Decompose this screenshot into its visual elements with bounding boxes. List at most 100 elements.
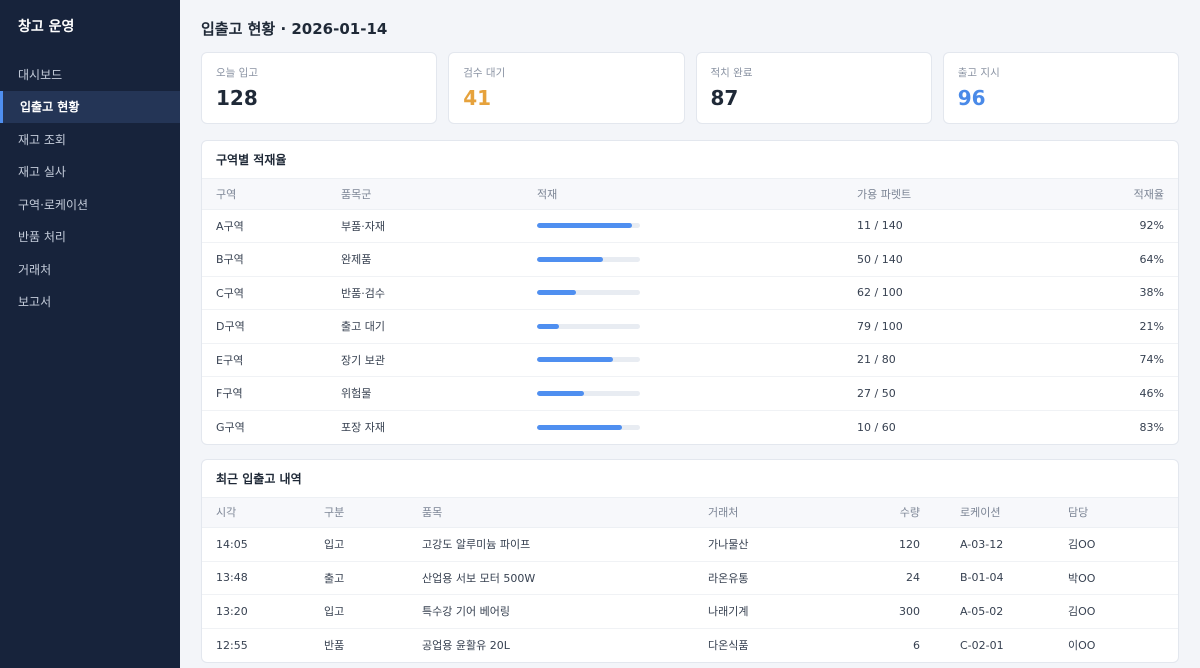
utilization-bar-fill <box>537 357 614 363</box>
zone-utilization-panel: 구역별 적재율 구역 품목군 적재 가용 파렛트 적재율 A구역 부품·자재 11 … <box>201 140 1179 445</box>
sidebar-item-inbound-outbound[interactable]: 입출고 현황 <box>0 90 180 123</box>
vendor-cell: 다온식품 <box>708 639 749 652</box>
table-row[interactable]: C구역 반품·검수 62 / 100 38% <box>202 276 1178 310</box>
owner-cell: 김OO <box>1054 527 1178 562</box>
utilization-bar <box>537 424 640 430</box>
sidebar-item-zones[interactable]: 구역·로케이션 <box>0 188 180 221</box>
table-row[interactable]: D구역 출고 대기 79 / 100 21% <box>202 309 1178 344</box>
table-row[interactable]: 13:20 입고 특수강 기어 베어링 나래기계 300 A-05-02 김OO <box>202 594 1178 629</box>
time-cell: 12:55 <box>216 638 248 652</box>
qty-cell: 6 <box>913 638 920 652</box>
sidebar: 창고 운영 대시보드 입출고 현황 재고 조회 재고 실사 구역·로케이션 반품… <box>0 0 180 668</box>
type-cell: 입고 <box>310 594 408 629</box>
column-header[interactable]: 담당 <box>1054 497 1178 528</box>
recent-transactions-panel: 최근 입출고 내역 시각 구분 품목 거래처 수량 로케이션 담당 14:05 입… <box>201 458 1179 663</box>
category-cell: 완제품 <box>327 242 523 277</box>
owner-cell: 이OO <box>1068 639 1096 652</box>
sidebar-item-reports[interactable]: 보고서 <box>0 286 180 319</box>
panel-title: 구역별 적재율 <box>202 141 1178 179</box>
column-header[interactable]: 로케이션 <box>934 497 1054 528</box>
column-header[interactable]: 가용 파렛트 <box>843 179 1039 210</box>
utilization-bar-fill <box>537 290 577 296</box>
summary-cards: 오늘 입고 128 검수 대기 41 적치 완료 87 출고 지시 96 <box>201 52 1179 124</box>
category-cell: 장기 보관 <box>327 343 523 377</box>
category-cell: 포장 자재 <box>341 421 385 434</box>
table-row[interactable]: F구역 위험물 27 / 50 46% <box>202 376 1178 411</box>
utilization-bar-fill <box>537 323 559 329</box>
column-header[interactable]: 거래처 <box>694 497 854 528</box>
fill-bar-cell <box>523 309 843 344</box>
card-putaway-done: 적치 완료 87 <box>695 52 932 124</box>
column-header[interactable]: 품목군 <box>327 179 523 210</box>
zone-cell: B구역 <box>202 242 327 277</box>
qty-cell: 24 <box>854 561 934 595</box>
column-header[interactable]: 적재 <box>523 179 843 210</box>
utilization-bar-fill <box>537 390 585 396</box>
table-row[interactable]: 13:48 출고 산업용 서보 모터 500W 라온유통 24 B-01-04 박OO <box>202 561 1178 595</box>
item-cell: 특수강 기어 베어링 <box>408 594 694 629</box>
sidebar-item-stocktake[interactable]: 재고 실사 <box>0 156 180 189</box>
table-row[interactable]: A구역 부품·자재 11 / 140 92% <box>202 209 1178 243</box>
owner-cell: 박OO <box>1054 561 1178 595</box>
fill-bar-cell <box>523 343 843 377</box>
sidebar-item-vendors[interactable]: 거래처 <box>0 253 180 286</box>
qty-cell: 300 <box>854 594 934 629</box>
table-row[interactable]: G구역 포장 자재 10 / 60 83% <box>202 410 1178 444</box>
card-value: 128 <box>216 86 258 110</box>
location-cell: A-05-02 <box>934 594 1054 629</box>
rate-cell: 74% <box>1038 343 1178 377</box>
zone-cell: C구역 <box>202 276 327 310</box>
zone-cell: D구역 <box>202 309 327 344</box>
card-label: 출고 지시 <box>957 67 1000 79</box>
zone-cell: F구역 <box>202 376 327 411</box>
rate-cell: 46% <box>1038 376 1178 411</box>
owner-cell: 김OO <box>1054 594 1178 629</box>
item-cell: 공업용 윤활유 20L <box>422 639 510 652</box>
item-cell: 고강도 알루미늄 파이프 <box>408 527 694 562</box>
fill-bar-cell <box>523 276 843 310</box>
location-cell: B-01-04 <box>934 561 1054 595</box>
time-cell: 14:05 <box>202 527 310 562</box>
table-row[interactable]: B구역 완제품 50 / 140 64% <box>202 242 1178 277</box>
item-cell: 산업용 서보 모터 500W <box>408 561 694 595</box>
rate-cell: 38% <box>1038 276 1178 310</box>
type-cell: 출고 <box>310 561 408 595</box>
column-header[interactable]: 수량 <box>854 497 934 528</box>
column-header[interactable]: 구역 <box>202 179 327 210</box>
utilization-bar <box>537 357 640 363</box>
utilization-bar-fill <box>537 424 623 430</box>
sidebar-item-returns[interactable]: 반품 처리 <box>0 221 180 254</box>
table-header-row: 구역 품목군 적재 가용 파렛트 적재율 <box>202 179 1178 210</box>
table-row[interactable]: E구역 장기 보관 21 / 80 74% <box>202 343 1178 377</box>
card-value: 41 <box>463 86 492 110</box>
transactions-table: 시각 구분 품목 거래처 수량 로케이션 담당 14:05 입고 고강도 알루미늄 … <box>202 497 1178 662</box>
utilization-bar-fill <box>537 256 603 262</box>
type-cell: 반품 <box>324 639 345 652</box>
sidebar-item-dashboard[interactable]: 대시보드 <box>0 58 180 91</box>
category-cell: 출고 대기 <box>327 309 523 344</box>
column-header[interactable]: 적재율 <box>1038 179 1178 210</box>
type-cell: 입고 <box>310 527 408 562</box>
card-label: 검수 대기 <box>463 67 506 79</box>
table-row[interactable]: 14:05 입고 고강도 알루미늄 파이프 가나물산 120 A-03-12 김OO <box>202 527 1178 562</box>
zone-cell: E구역 <box>202 343 327 377</box>
column-header[interactable]: 구분 <box>310 497 408 528</box>
zone-cell: A구역 <box>202 209 327 243</box>
vendor-cell: 라온유통 <box>694 561 854 595</box>
vendor-cell: 나래기계 <box>694 594 854 629</box>
utilization-bar <box>537 223 640 229</box>
pallets-cell: 11 / 140 <box>843 209 1039 243</box>
column-header[interactable]: 품목 <box>408 497 694 528</box>
utilization-bar <box>537 323 640 329</box>
zone-table: 구역 품목군 적재 가용 파렛트 적재율 A구역 부품·자재 11 / 140 92%… <box>202 179 1178 444</box>
table-row[interactable]: 12:55 반품 공업용 윤활유 20L 다온식품 6 C-02-01 이OO <box>202 628 1178 662</box>
category-cell: 위험물 <box>327 376 523 411</box>
card-label: 적치 완료 <box>710 67 753 79</box>
pallets-cell: 21 / 80 <box>843 343 1039 377</box>
page-title: 입출고 현황 · 2026-01-14 <box>201 20 388 38</box>
sidebar-item-inventory[interactable]: 재고 조회 <box>0 123 180 156</box>
rate-cell: 21% <box>1038 309 1178 344</box>
pallets-cell: 50 / 140 <box>843 242 1039 277</box>
column-header[interactable]: 시각 <box>202 497 310 528</box>
card-inspection-pending: 검수 대기 41 <box>448 52 685 124</box>
